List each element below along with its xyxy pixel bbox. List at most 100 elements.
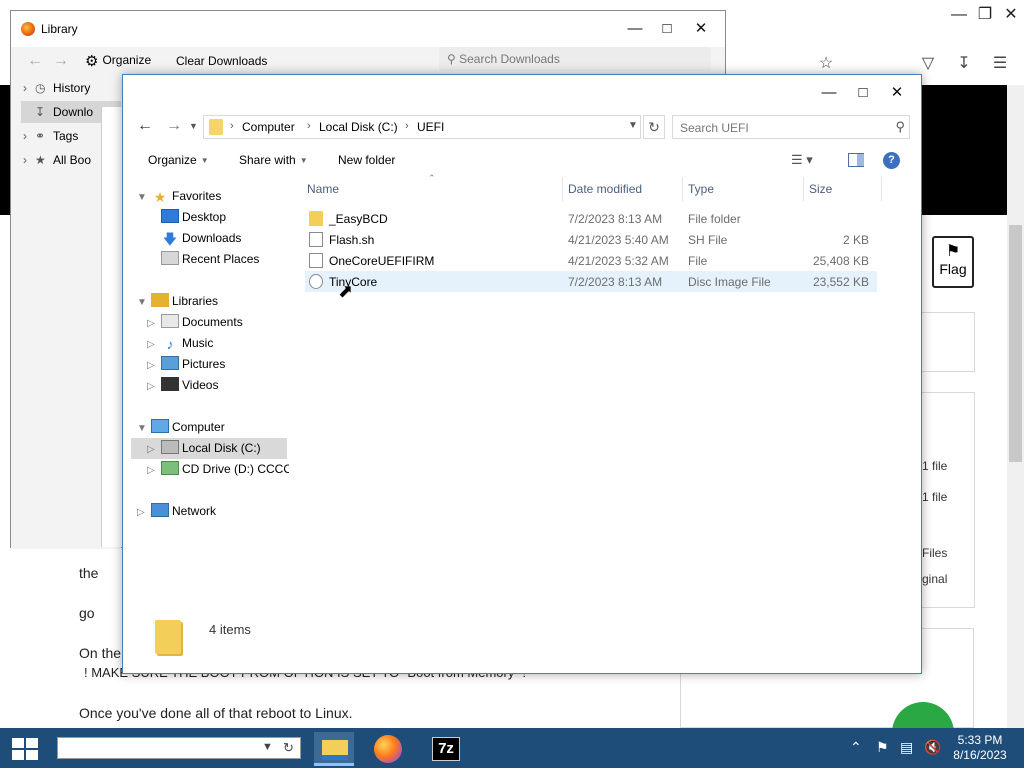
column-header-name[interactable]: Name [307,182,339,196]
sidebar-item-label: Tags [53,129,79,143]
clock-time: 5:33 PM [957,733,1003,747]
minimize-icon[interactable]: — [625,19,645,39]
tree-item-music[interactable]: ▷ ♪ Music [147,333,213,353]
column-divider[interactable] [682,177,683,201]
page-scrollbar-thumb[interactable] [1009,225,1022,462]
flag-button[interactable]: ⚑ Flag [932,236,974,288]
breadcrumb-uefi[interactable]: UEFI [417,120,444,134]
chevron-down-icon[interactable]: ▼ [262,741,273,753]
file-row[interactable]: _EasyBCD 7/2/2023 8:13 AM File folder [305,208,877,229]
network-icon[interactable]: ▤ [900,739,913,756]
recent-locations-icon[interactable]: ▼ [189,121,198,131]
taskbar-app-7zip[interactable]: 7z [426,732,466,766]
column-divider[interactable] [562,177,563,201]
close-icon[interactable]: ✕ [1000,4,1022,26]
restore-icon[interactable]: ❐ [974,4,996,26]
file-row[interactable]: Flash.sh 4/21/2023 5:40 AM SH File 2 KB [305,229,877,250]
chevron-right-icon[interactable]: › [230,120,234,132]
help-icon[interactable]: ? [883,152,900,169]
clock-date: 8/16/2023 [953,748,1007,762]
taskbar-search-input[interactable]: ▼ ↻ [57,737,301,759]
sidebar-item-history[interactable]: › ◷ History [23,81,90,95]
breadcrumb-local-disk[interactable]: Local Disk (C:) [319,120,398,134]
chevron-down-icon[interactable]: ▼ [137,188,151,208]
chevron-right-icon[interactable]: ▷ [147,461,161,479]
forward-arrow-icon[interactable]: → [166,117,182,135]
tree-item-documents[interactable]: ▷ Documents [147,312,243,332]
minimize-icon[interactable]: — [948,4,970,26]
column-header-type[interactable]: Type [688,182,714,196]
forward-arrow-icon[interactable]: → [53,52,69,70]
chevron-right-icon[interactable]: ▷ [147,335,161,355]
chevron-right-icon[interactable]: ▷ [147,356,161,376]
sidebar-item-downloads[interactable]: ↧ Downlo [23,105,93,119]
close-icon[interactable]: ✕ [887,83,907,103]
file-row-selected[interactable]: TinyCore 7/2/2023 8:13 AM Disc Image Fil… [305,271,877,292]
clock[interactable]: 5:33 PM 8/16/2023 [945,733,1015,763]
maximize-icon[interactable]: □ [853,83,873,103]
taskbar-app-firefox[interactable] [367,732,407,766]
back-arrow-icon[interactable]: ← [137,117,153,135]
file-icon [309,253,323,268]
star-icon: ★ [153,189,167,205]
tree-item-downloads[interactable]: 🡇 Downloads [161,228,242,248]
sidebar-item-all-bookmarks[interactable]: › ★ All Boo [23,153,91,167]
refresh-icon[interactable]: ↻ [283,740,294,756]
organize-button[interactable]: ⚙ Organize [85,52,151,70]
organize-button[interactable]: Organize ▼ [148,153,209,167]
share-with-button[interactable]: Share with ▼ [239,153,308,167]
view-options-icon[interactable]: ☰ ▾ [791,152,813,168]
column-header-size[interactable]: Size [809,182,832,196]
maximize-icon[interactable]: □ [657,19,677,39]
sidebar-item-tags[interactable]: › ⚭ Tags [23,129,78,143]
taskbar-app-file-explorer[interactable] [314,732,354,766]
column-header-date-modified[interactable]: Date modified [568,182,642,196]
library-titlebar[interactable]: Library — □ ✕ [11,11,725,47]
tree-item-network[interactable]: ▷ Network [137,501,216,521]
tree-item-videos[interactable]: ▷ Videos [147,375,218,395]
search-downloads-input[interactable]: ⚲ Search Downloads [439,47,711,71]
file-name: Flash.sh [329,233,375,247]
chevron-down-icon[interactable]: ▼ [628,120,638,131]
file-size: 2 KB [842,233,869,247]
menu-icon[interactable]: ☰ [990,54,1010,74]
file-row[interactable]: OneCoreUEFIFIRM 4/21/2023 5:32 AM File 2… [305,250,877,271]
address-bar[interactable]: › Computer › Local Disk (C:) › UEFI ▼ [203,115,641,139]
refresh-button[interactable]: ↻ [643,115,665,139]
chevron-down-icon[interactable]: ▼ [137,419,151,439]
pocket-icon[interactable]: ▽ [918,54,938,74]
new-folder-button[interactable]: New folder [338,153,395,167]
chevron-up-icon[interactable]: ⌃ [850,739,862,756]
tree-item-libraries[interactable]: ▼ Libraries [137,291,218,311]
bookmark-star-icon[interactable]: ☆ [816,54,836,74]
star-icon: ★ [35,153,46,167]
downloads-icon[interactable]: ↧ [954,54,974,74]
tree-item-pictures[interactable]: ▷ Pictures [147,354,225,374]
column-divider[interactable] [881,177,882,201]
start-button[interactable] [12,738,40,760]
search-input[interactable]: Search UEFI ⚲ [672,115,910,139]
close-icon[interactable]: ✕ [691,19,711,39]
tree-item-recent-places[interactable]: Recent Places [161,249,259,269]
breadcrumb-computer[interactable]: Computer [242,120,295,134]
chevron-down-icon[interactable]: ▼ [137,293,151,313]
chevron-right-icon[interactable]: ▷ [147,440,161,460]
tree-item-desktop[interactable]: Desktop [161,207,226,227]
volume-muted-icon[interactable]: 🔇 [924,739,941,756]
chevron-right-icon[interactable]: ▷ [137,503,151,523]
minimize-icon[interactable]: — [819,83,839,103]
tree-item-local-disk[interactable]: ▷ Local Disk (C:) [147,438,261,458]
chevron-right-icon[interactable]: ▷ [147,377,161,397]
clear-downloads-button[interactable]: Clear Downloads [176,54,267,68]
chevron-right-icon[interactable]: ▷ [147,314,161,334]
flag-icon[interactable]: ⚑ [876,739,889,756]
chevron-right-icon[interactable]: › [405,120,409,132]
tree-item-cd-drive[interactable]: ▷ CD Drive (D:) CCCOI [147,459,289,479]
tree-item-favorites[interactable]: ▼ ★ Favorites [137,186,221,206]
back-arrow-icon[interactable]: ← [27,52,43,70]
tree-item-computer[interactable]: ▼ Computer [137,417,225,437]
column-divider[interactable] [803,177,804,201]
preview-pane-icon[interactable] [848,153,864,167]
chevron-right-icon[interactable]: › [307,120,311,132]
computer-icon [151,419,169,433]
